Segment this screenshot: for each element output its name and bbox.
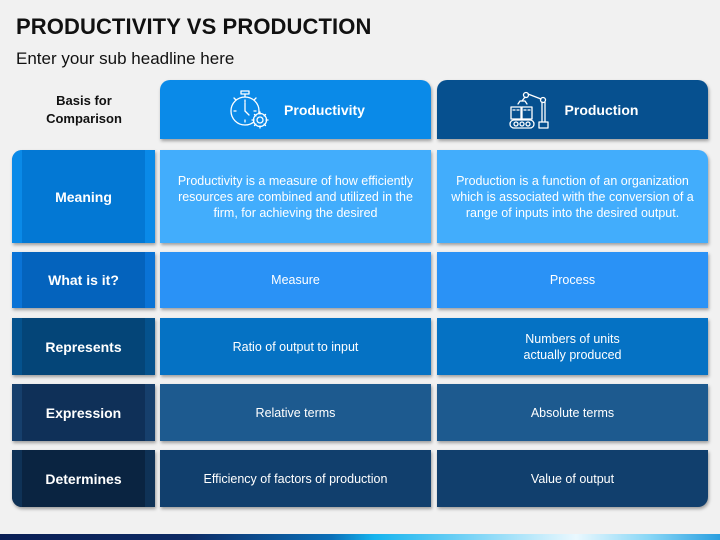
productivity-header-label: Productivity: [284, 101, 365, 118]
row-label-expression: Expression: [12, 384, 155, 441]
row-label-what-is-it: What is it?: [12, 252, 155, 308]
row-label-represents: Represents: [12, 318, 155, 375]
production-expression-cell: Absolute terms: [437, 384, 708, 441]
production-meaning-cell: Production is a function of an organizat…: [437, 150, 708, 243]
row-label-meaning: Meaning: [12, 150, 155, 243]
productivity-expression-cell: Relative terms: [160, 384, 431, 441]
cell-text: Value of output: [530, 471, 615, 486]
row-label-text: What is it?: [48, 272, 119, 288]
slide-subtitle: Enter your sub headline here: [16, 49, 235, 68]
cell-text: Process: [549, 273, 596, 287]
productivity-what-is-it-cell: Measure: [160, 252, 431, 308]
productivity-represents-cell: Ratio of output to input: [160, 318, 431, 375]
cell-text: Productivity is a measure of how efficie…: [177, 173, 414, 220]
production-header: Production: [437, 80, 708, 139]
cell-text: Relative terms: [255, 405, 336, 420]
production-what-is-it-cell: Process: [437, 252, 708, 308]
basis-for-comparison-label: Basis for Comparison: [12, 92, 156, 128]
productivity-determines-cell: Efficiency of factors of production: [160, 450, 431, 507]
cell-text: Numbers of units actually produced: [523, 331, 622, 362]
production-determines-cell: Value of output: [437, 450, 708, 507]
cell-text: Ratio of output to input: [232, 339, 359, 354]
cell-text: Absolute terms: [530, 405, 615, 420]
basis-label-text: Basis for Comparison: [46, 93, 122, 126]
row-label-text: Meaning: [55, 188, 112, 205]
row-label-determines: Determines: [12, 450, 155, 507]
cell-text: Production is a function of an organizat…: [451, 173, 694, 220]
row-label-text: Determines: [45, 470, 122, 487]
stopwatch-gear-icon: [230, 89, 269, 129]
row-label-text: Represents: [45, 338, 122, 355]
row-label-text: Expression: [45, 404, 122, 421]
productivity-meaning-cell: Productivity is a measure of how efficie…: [160, 150, 431, 243]
cell-text: Efficiency of factors of production: [203, 471, 388, 486]
robotic-arm-conveyor-icon: [508, 91, 549, 129]
slide-title: PRODUCTIVITY VS PRODUCTION: [16, 14, 372, 39]
cell-text: Measure: [271, 273, 320, 287]
decorative-gradient-bar: [0, 534, 720, 540]
production-represents-cell: Numbers of units actually produced: [437, 318, 708, 375]
production-header-label: Production: [564, 101, 639, 118]
productivity-header: Productivity: [160, 80, 431, 139]
